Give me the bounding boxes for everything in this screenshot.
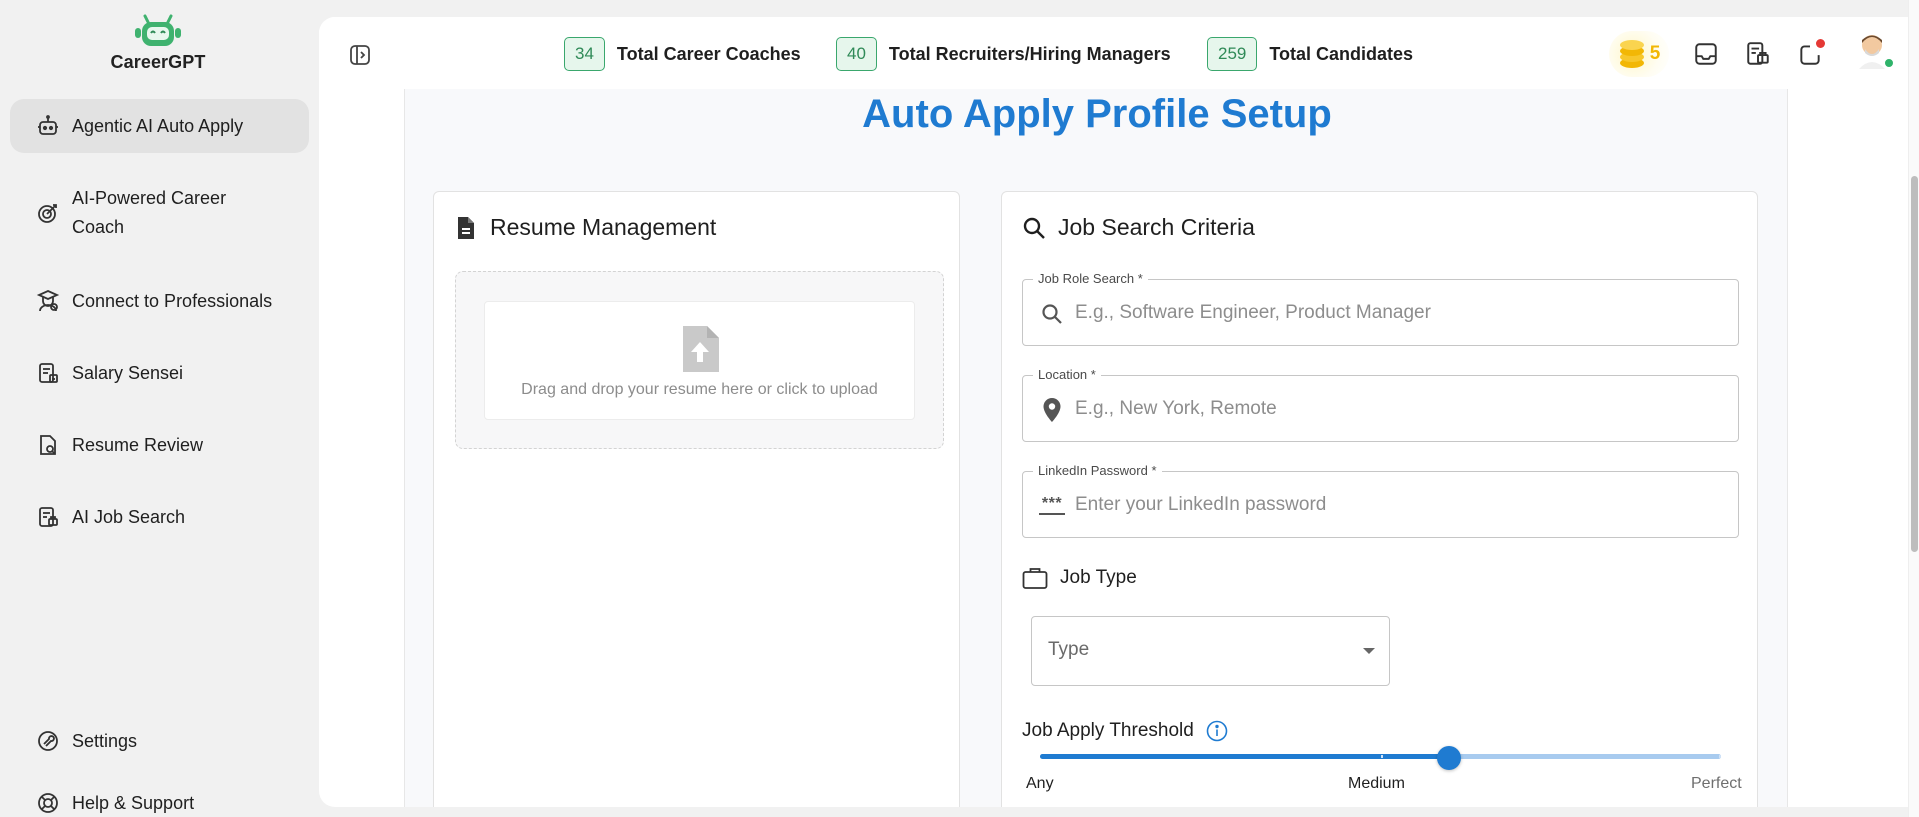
- linkedin-password-field[interactable]: LinkedIn Password * ***: [1022, 462, 1739, 538]
- inbox-button[interactable]: [1691, 39, 1721, 69]
- slider-mark: [1719, 755, 1721, 758]
- app-name: CareerGPT: [110, 52, 206, 72]
- password-icon: ***: [1039, 493, 1065, 519]
- chevron-down-icon: [1363, 648, 1375, 654]
- coin-count: 5: [1649, 43, 1661, 64]
- settings-icon: [34, 727, 62, 755]
- lifebuoy-icon: [34, 789, 62, 817]
- job-search-icon: [34, 503, 62, 531]
- sidebar-item-label: Resume Review: [72, 434, 204, 455]
- sidebar-item-resume-review[interactable]: Resume Review: [10, 430, 309, 460]
- sidebar-item-settings[interactable]: Settings: [10, 726, 309, 756]
- resume-upload-area[interactable]: Drag and drop your resume here or click …: [484, 301, 915, 420]
- page-title: Auto Apply Profile Setup: [862, 92, 1332, 136]
- sidebar: CareerGPT Agentic AI Auto Apply AI-Power…: [0, 0, 318, 817]
- document-icon: [458, 216, 474, 239]
- sidebar-item-connect-to-professionals[interactable]: Connect to Professionals: [10, 286, 309, 316]
- location-field[interactable]: Location *: [1022, 366, 1739, 442]
- job-board-button[interactable]: [1743, 39, 1773, 69]
- main-panel: 34 Total Career Coaches 40 Total Recruit…: [319, 17, 1919, 807]
- sidebar-item-agentic-ai-auto-apply[interactable]: Agentic AI Auto Apply: [10, 99, 309, 153]
- sidebar-item-label: Connect to Professionals: [72, 290, 273, 311]
- graduate-icon: [34, 287, 62, 315]
- stat-label: Total Candidates: [1269, 43, 1414, 64]
- briefcase-icon: [1022, 568, 1048, 589]
- target-icon: [34, 199, 62, 227]
- app-logo[interactable]: CareerGPT: [108, 14, 208, 73]
- stat-count-badge: 34: [564, 37, 605, 71]
- panel-title: Job Search Criteria: [1058, 214, 1255, 240]
- section-title: Job Apply Threshold: [1022, 720, 1194, 741]
- inbox-icon: [1695, 43, 1717, 65]
- slider-label-mid: Medium: [1348, 775, 1405, 792]
- top-bar: 34 Total Career Coaches 40 Total Recruit…: [319, 17, 1919, 89]
- search-icon: [1023, 217, 1045, 239]
- user-avatar[interactable]: [1857, 31, 1895, 71]
- linkedin-password-input[interactable]: [1075, 472, 1725, 537]
- location-input[interactable]: [1075, 376, 1725, 441]
- stat-count-badge: 40: [836, 37, 877, 71]
- auto-apply-content: Auto Apply Profile Setup Resume Manageme…: [404, 89, 1788, 807]
- stat-career-coaches: 34 Total Career Coaches: [564, 37, 801, 71]
- location-pin-icon: [1039, 397, 1065, 423]
- slider-label-min: Any: [1026, 775, 1054, 792]
- sidebar-item-label: Settings: [72, 730, 138, 751]
- stat-recruiters: 40 Total Recruiters/Hiring Managers: [836, 37, 1171, 71]
- resume-dropzone[interactable]: Drag and drop your resume here or click …: [455, 271, 944, 449]
- stat-label: Total Recruiters/Hiring Managers: [888, 43, 1171, 64]
- sidebar-item-label: AI-Powered Career Coach: [72, 188, 227, 237]
- sidebar-item-label: Help & Support: [72, 792, 195, 813]
- job-search-criteria-heading: Job Search Criteria: [1022, 214, 1255, 241]
- stat-label: Total Career Coaches: [616, 43, 801, 64]
- job-board-icon: [1747, 42, 1769, 65]
- dropzone-instruction: Drag and drop your resume here or click …: [521, 381, 878, 398]
- coin-balance[interactable]: 5: [1609, 31, 1669, 77]
- salary-report-icon: [34, 359, 62, 387]
- job-search-criteria-panel: Job Search Criteria Job Role Search * Lo…: [1001, 191, 1758, 807]
- threshold-slider[interactable]: [1040, 746, 1721, 770]
- sidebar-item-salary-sensei[interactable]: Salary Sensei: [10, 358, 309, 388]
- robot-logo-icon: [135, 14, 181, 46]
- sidebar-toggle-button[interactable]: [346, 41, 374, 69]
- resume-management-heading: Resume Management: [454, 214, 716, 241]
- slider-mark: [1380, 755, 1383, 758]
- sidebar-item-label: Salary Sensei: [72, 362, 184, 383]
- notification-dot: [1816, 39, 1825, 48]
- sidebar-item-ai-job-search[interactable]: AI Job Search: [10, 502, 309, 532]
- job-type-select[interactable]: Type: [1031, 616, 1390, 686]
- slider-label-max: Perfect: [1691, 775, 1742, 792]
- page-scrollbar[interactable]: [1908, 0, 1919, 817]
- online-status-dot: [1883, 57, 1895, 69]
- password-mask-glyph: ***: [1041, 494, 1063, 512]
- sidebar-item-label: AI Job Search: [72, 506, 186, 527]
- panel-title: Resume Management: [490, 214, 717, 240]
- info-icon[interactable]: [1206, 720, 1228, 742]
- slider-track-fill: [1040, 754, 1449, 759]
- resume-search-icon: [34, 431, 62, 459]
- robot-icon: [34, 112, 62, 140]
- sidebar-item-label: Agentic AI Auto Apply: [72, 115, 244, 136]
- stat-candidates: 259 Total Candidates: [1207, 37, 1413, 71]
- sidebar-item-ai-powered-career-coach[interactable]: AI-Powered Career Coach: [10, 184, 309, 242]
- slider-thumb[interactable]: [1436, 746, 1461, 770]
- notifications-button[interactable]: [1795, 39, 1825, 69]
- resume-management-panel: Resume Management Drag and drop your res…: [433, 191, 960, 807]
- search-icon: [1039, 301, 1065, 327]
- sidebar-item-help-support[interactable]: Help & Support: [10, 788, 309, 817]
- select-placeholder: Type: [1048, 639, 1090, 660]
- scrollbar-thumb[interactable]: [1911, 176, 1918, 552]
- threshold-heading: Job Apply Threshold: [1022, 720, 1228, 742]
- job-role-search-field[interactable]: Job Role Search *: [1022, 270, 1739, 346]
- coins-icon: [1619, 40, 1644, 68]
- job-role-search-input[interactable]: [1075, 280, 1725, 345]
- stat-count-badge: 259: [1207, 37, 1258, 71]
- job-type-heading: Job Type: [1022, 566, 1137, 590]
- sidebar-toggle-icon: [350, 45, 370, 65]
- section-title: Job Type: [1060, 567, 1137, 588]
- file-upload-icon: [682, 326, 719, 372]
